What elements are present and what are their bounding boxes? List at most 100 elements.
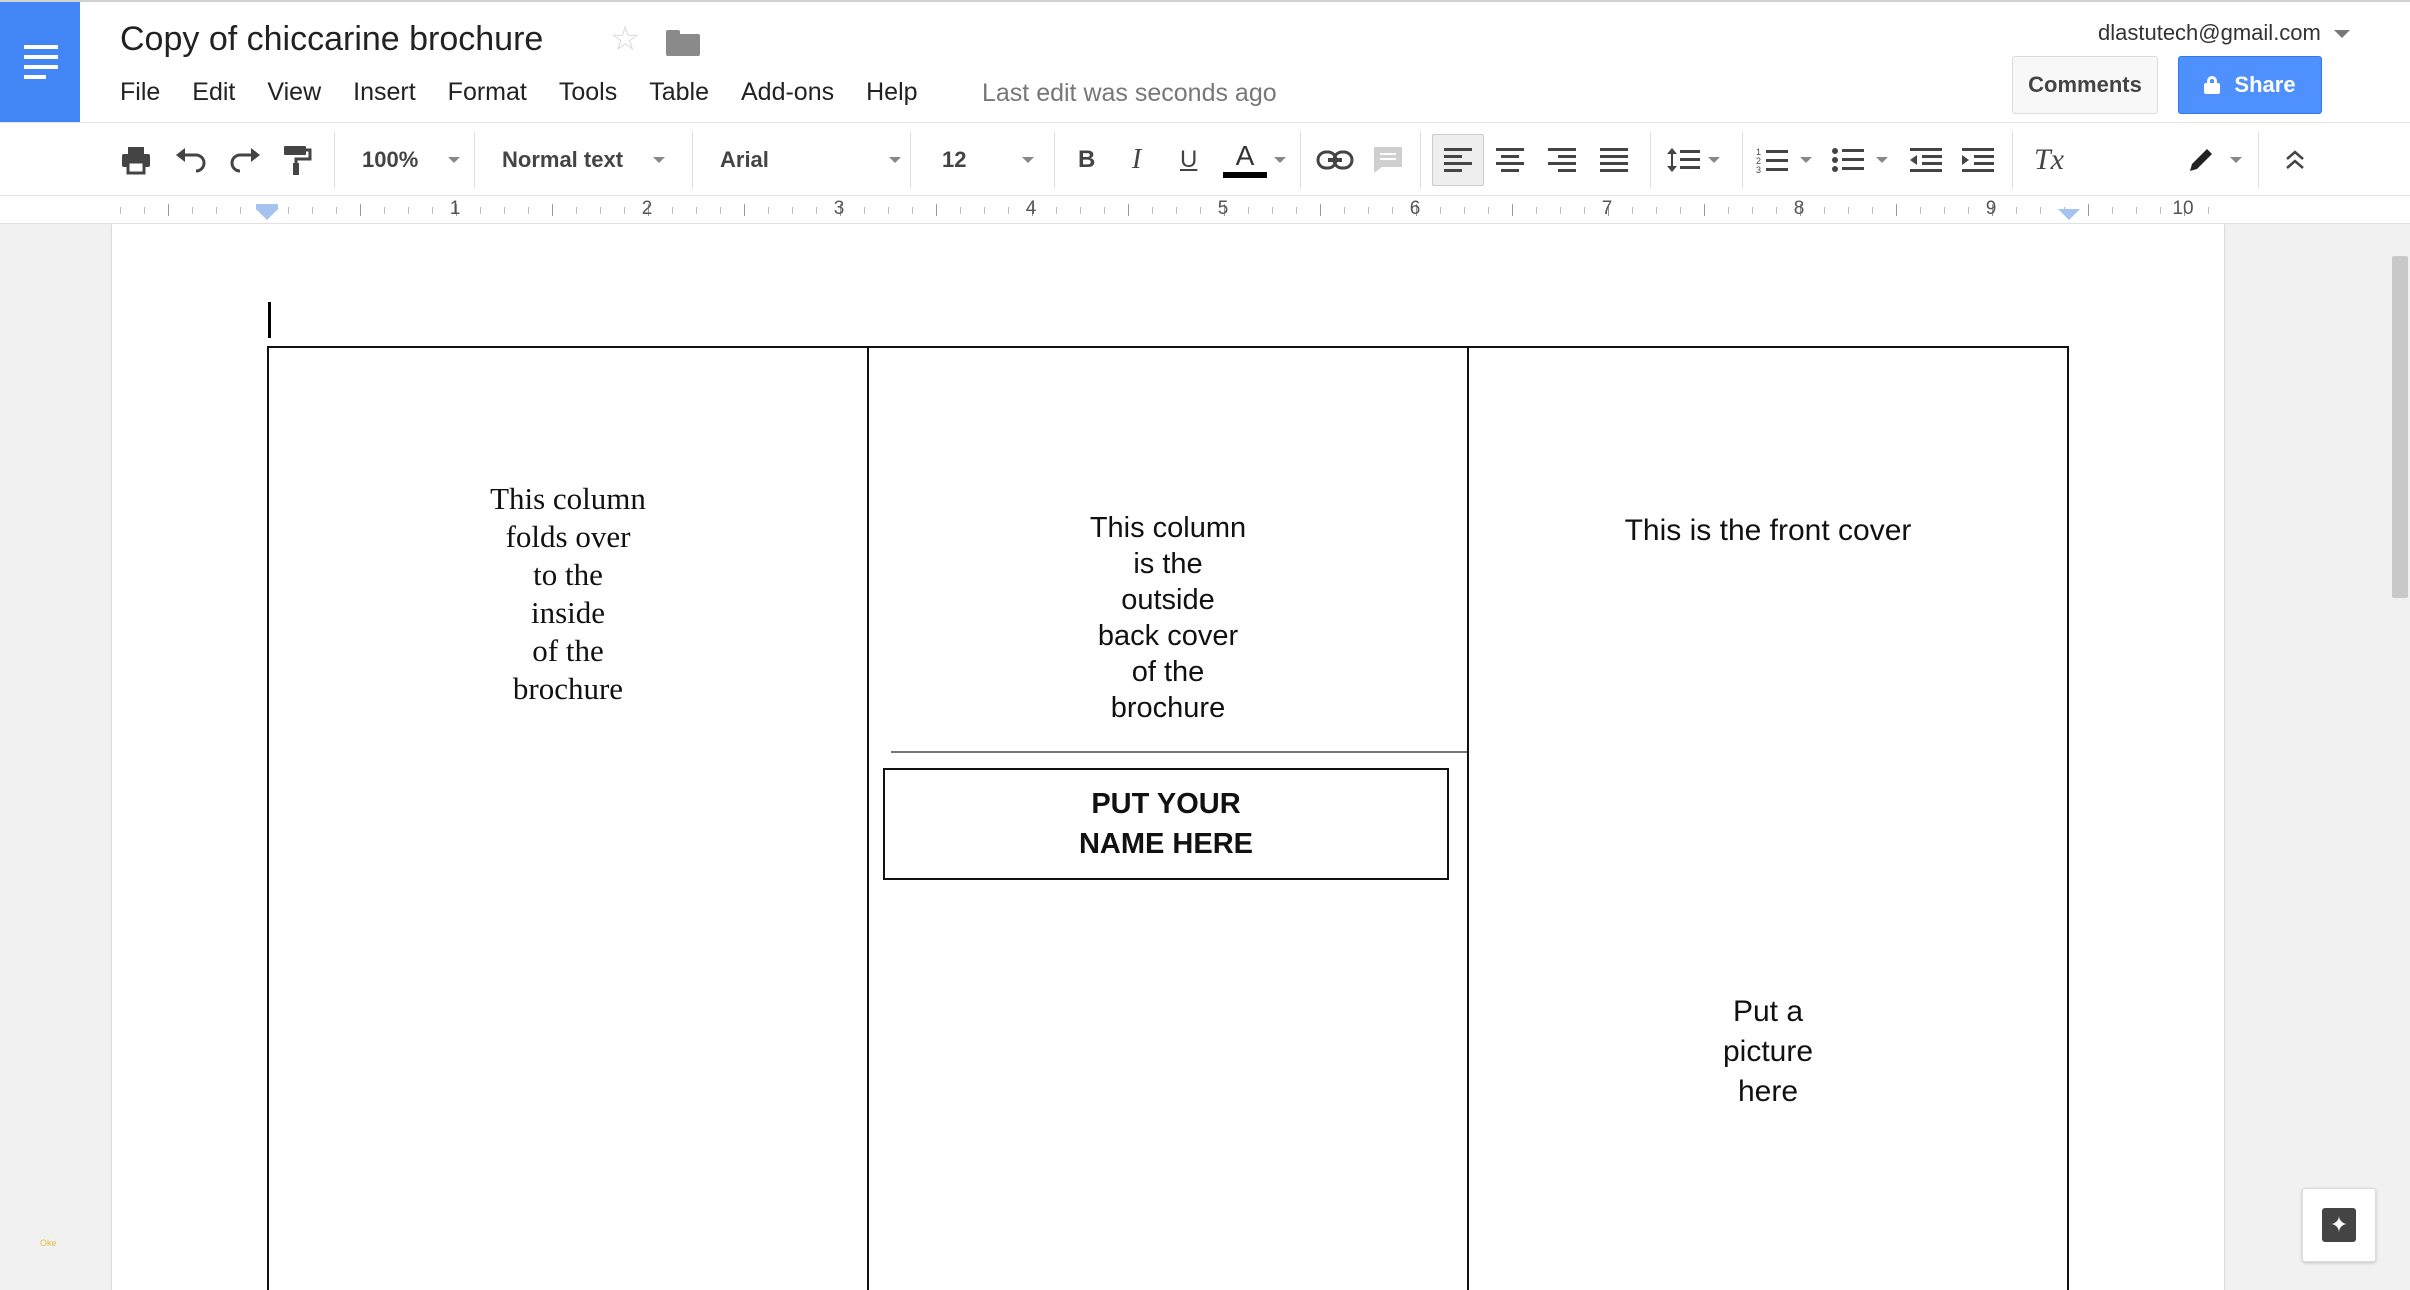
undo-button[interactable]: [174, 123, 208, 197]
style-select[interactable]: Normal text: [502, 123, 665, 197]
inside-fold-text[interactable]: This column folds over to the inside of …: [269, 480, 867, 708]
account-caret-icon[interactable]: [2334, 30, 2350, 38]
ruler-tick: [1392, 207, 1393, 214]
ruler-number: 1: [450, 198, 461, 220]
ruler-tick: [408, 207, 409, 214]
ruler-tick: [1968, 207, 1969, 214]
text-color-button[interactable]: A: [1222, 123, 1268, 197]
ruler-tick: [1872, 207, 1873, 214]
scrollbar-thumb[interactable]: [2392, 256, 2408, 598]
font-select[interactable]: Arial: [720, 123, 901, 197]
align-center-button[interactable]: [1496, 123, 1524, 197]
print-button[interactable]: [120, 123, 152, 197]
folder-icon[interactable]: [666, 30, 700, 56]
account-email[interactable]: dlastutech@gmail.com: [2098, 20, 2321, 46]
redo-button[interactable]: [228, 123, 262, 197]
menu-file[interactable]: File: [120, 78, 160, 112]
right-indent-marker[interactable]: [2058, 209, 2080, 220]
ruler-tick: [312, 207, 313, 214]
table-cell-back-cover[interactable]: This column is the outside back cover of…: [869, 348, 1469, 1290]
comments-button[interactable]: Comments: [2012, 56, 2158, 114]
back-cover-text[interactable]: This column is the outside back cover of…: [869, 510, 1467, 726]
ruler-tick: [1560, 207, 1561, 214]
editing-mode-button[interactable]: [2186, 123, 2242, 197]
clear-formatting-button[interactable]: Tx: [2034, 123, 2064, 197]
line-spacing-button[interactable]: [1666, 123, 1720, 197]
ruler-tick: [1200, 207, 1201, 214]
ruler-tick: [624, 207, 625, 214]
document-title[interactable]: Copy of chiccarine brochure: [120, 20, 543, 59]
align-justify-button[interactable]: [1600, 123, 1628, 197]
menu-help[interactable]: Help: [866, 78, 917, 112]
chevron-down-icon: [1800, 157, 1812, 163]
link-icon: [1316, 149, 1354, 171]
brochure-table[interactable]: This column folds over to the inside of …: [267, 346, 2069, 1290]
italic-button[interactable]: I: [1132, 123, 1141, 197]
star-icon[interactable]: ☆: [610, 22, 640, 56]
table-cell-inside-fold[interactable]: This column folds over to the inside of …: [269, 348, 869, 1290]
decrease-indent-button[interactable]: [1910, 123, 1942, 197]
chevron-down-icon: [1708, 157, 1720, 163]
document-canvas[interactable]: This column folds over to the inside of …: [0, 224, 2410, 1290]
menu-tools[interactable]: Tools: [559, 78, 617, 112]
insert-link-button[interactable]: [1316, 123, 1354, 197]
document-page[interactable]: This column folds over to the inside of …: [112, 224, 2224, 1290]
menu-bar: File Edit View Insert Format Tools Table…: [120, 78, 950, 112]
svg-text:3: 3: [1756, 165, 1761, 174]
ruler-tick: [1704, 204, 1705, 216]
menu-add-ons[interactable]: Add-ons: [741, 78, 834, 112]
menu-edit[interactable]: Edit: [192, 78, 235, 112]
menu-insert[interactable]: Insert: [353, 78, 416, 112]
paint-format-button[interactable]: [282, 123, 312, 197]
toolbar-divider: [1742, 131, 1743, 189]
explore-icon: ✦: [2322, 1208, 2356, 1242]
clear-formatting-icon: Tx: [2034, 143, 2064, 177]
numbered-list-button[interactable]: 1 2 3: [1756, 123, 1812, 197]
underline-button[interactable]: U: [1180, 123, 1197, 197]
ruler-tick: [768, 207, 769, 214]
font-size-select[interactable]: 12: [942, 123, 1034, 197]
ruler-tick: [576, 207, 577, 214]
increase-indent-button[interactable]: [1962, 123, 1994, 197]
undo-icon: [174, 147, 208, 173]
ruler-number: 5: [1218, 198, 1229, 220]
zoom-select[interactable]: 100%: [362, 123, 460, 197]
text-cursor: [268, 302, 271, 338]
collapse-menus-button[interactable]: [2284, 123, 2306, 197]
ruler-tick: [1536, 207, 1537, 214]
ruler-number: 6: [1410, 198, 1421, 220]
share-button[interactable]: Share: [2178, 56, 2322, 114]
name-placeholder-text[interactable]: PUT YOUR NAME HERE: [1079, 784, 1253, 864]
align-left-highlight: [1432, 134, 1484, 186]
ruler-tick: [1104, 207, 1105, 214]
ruler-tick: [192, 207, 193, 214]
last-edit-status[interactable]: Last edit was seconds ago: [982, 79, 1277, 108]
ruler-tick: [120, 207, 121, 214]
menu-view[interactable]: View: [267, 78, 321, 112]
ruler-tick: [672, 207, 673, 214]
toolbar-divider: [1054, 131, 1055, 189]
name-box[interactable]: PUT YOUR NAME HERE: [883, 768, 1449, 880]
ruler-tick: [1680, 207, 1681, 214]
ruler-tick: [1824, 207, 1825, 214]
ruler-tick: [480, 207, 481, 214]
align-right-button[interactable]: [1548, 123, 1576, 197]
align-left-button[interactable]: [1432, 123, 1484, 197]
menu-table[interactable]: Table: [649, 78, 709, 112]
bulleted-list-button[interactable]: [1832, 123, 1888, 197]
insert-comment-button[interactable]: [1372, 123, 1404, 197]
share-label: Share: [2234, 72, 2295, 98]
menu-format[interactable]: Format: [448, 78, 527, 112]
explore-button[interactable]: ✦: [2302, 1188, 2376, 1262]
text-color-swatch: [1223, 172, 1267, 178]
front-cover-text[interactable]: This is the front cover: [1469, 514, 2067, 548]
bold-button[interactable]: B: [1078, 123, 1095, 197]
ruler-tick: [936, 204, 937, 216]
picture-placeholder-text[interactable]: Put a picture here: [1469, 992, 2067, 1112]
ruler[interactable]: 1 2 3 4 5 6 7 8 9 10: [0, 196, 2410, 224]
table-cell-front-cover[interactable]: This is the front cover Put a picture he…: [1469, 348, 2067, 1290]
left-indent-marker[interactable]: [256, 204, 278, 220]
bold-icon: B: [1078, 146, 1095, 174]
docs-home-icon[interactable]: [0, 2, 80, 123]
text-color-dropdown[interactable]: [1274, 123, 1286, 197]
